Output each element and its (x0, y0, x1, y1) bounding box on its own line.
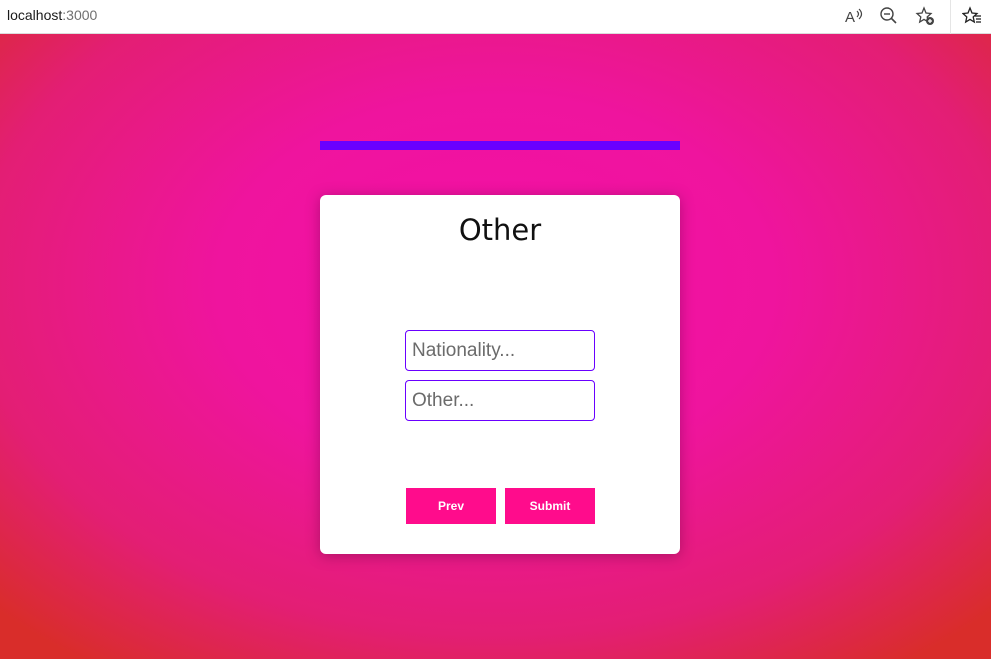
favorites-icon[interactable] (961, 6, 982, 26)
read-aloud-icon[interactable]: A (844, 6, 864, 26)
address-bar[interactable]: localhost:3000 (7, 7, 97, 23)
form-title: Other (458, 213, 542, 247)
url-host: localhost (7, 7, 63, 23)
add-favorite-icon[interactable] (915, 6, 935, 26)
toolbar-divider (950, 0, 951, 34)
page-background: Other Prev Submit (0, 34, 991, 659)
browser-toolbar: localhost:3000 A (0, 0, 991, 34)
svg-text:A: A (845, 9, 855, 26)
progress-bar (320, 141, 680, 150)
nationality-input[interactable] (405, 330, 595, 371)
prev-button[interactable]: Prev (406, 488, 496, 524)
other-input[interactable] (405, 380, 595, 421)
url-port: :3000 (62, 7, 98, 23)
zoom-out-icon[interactable] (879, 6, 899, 26)
form-card: Other Prev Submit (320, 195, 680, 554)
submit-button[interactable]: Submit (505, 488, 595, 524)
